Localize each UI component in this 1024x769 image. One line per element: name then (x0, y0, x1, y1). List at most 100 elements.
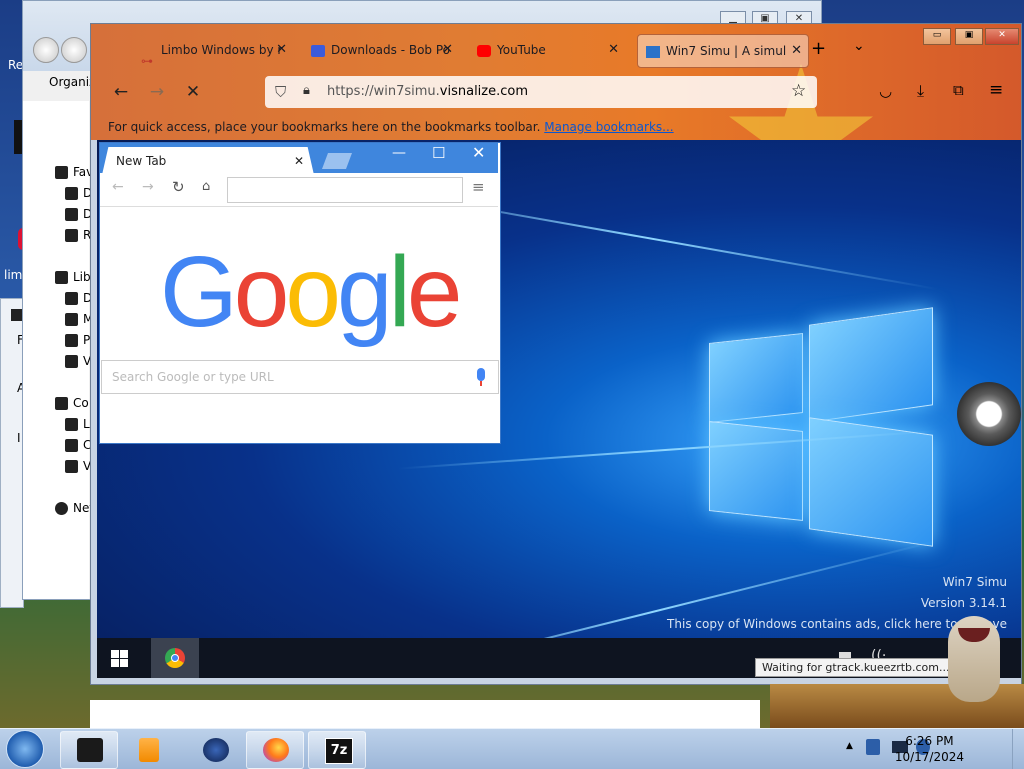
menu-icon[interactable]: ≡ (989, 80, 1003, 100)
firefox-toolbar-area: ⊶Limbo Windows by r ✕ Downloads - Bob Po… (91, 24, 1021, 140)
media-player-icon (139, 738, 159, 762)
taskbar-7zip[interactable]: 7z (308, 731, 366, 769)
tab-youtube[interactable]: YouTube ✕ (477, 34, 625, 66)
system-clock[interactable]: 6:26 PM 10/17/2024 (895, 733, 964, 765)
windows-logo-pane (709, 333, 803, 423)
close-tab-icon[interactable]: ✕ (294, 154, 304, 168)
music-icon (65, 313, 78, 326)
close-tab-icon[interactable]: ✕ (442, 34, 453, 66)
firefox-icon (263, 738, 289, 762)
taskbar-explorer[interactable] (60, 731, 118, 769)
tab-win7simu[interactable]: Win7 Simu | A simul ✕ (637, 34, 809, 68)
background-window-strip: F A I (0, 298, 25, 608)
drive-icon (65, 460, 78, 473)
bookmarks-message: For quick access, place your bookmarks h… (108, 120, 541, 134)
bookmarks-toolbar: For quick access, place your bookmarks h… (108, 120, 674, 134)
globe-icon (55, 502, 68, 515)
minimize-button[interactable]: ▭ (923, 28, 951, 45)
assistive-touch-button[interactable] (957, 382, 1021, 446)
url-text[interactable]: https://win7simu.visnalize.com (327, 84, 528, 99)
reload-icon[interactable]: ↻ (172, 178, 185, 196)
google-logo: Google (160, 236, 462, 348)
google-search-box[interactable]: Search Google or type URL (101, 360, 499, 394)
menu-icon[interactable]: ≡ (472, 178, 485, 196)
key-icon: ⊶ (141, 53, 153, 67)
manage-bookmarks-link[interactable]: Manage bookmarks... (544, 120, 673, 134)
loading-status: Waiting for gtrack.kueezrtb.com... (755, 658, 957, 677)
shield-icon[interactable]: ⛉ (275, 83, 286, 101)
maximize-button[interactable]: ☐ (432, 144, 445, 162)
star-icon (55, 166, 68, 179)
chrome-new-tab-button[interactable] (322, 153, 352, 169)
downloads-icon[interactable]: ⤓ (917, 81, 924, 101)
document-icon (65, 292, 78, 305)
seven-zip-icon: 7z (325, 738, 353, 764)
puzzle-icon (311, 44, 325, 57)
start-orb-icon[interactable] (6, 730, 44, 768)
close-button[interactable]: ✕ (985, 28, 1019, 45)
chrome-icon-center (171, 654, 179, 662)
tab-downloads[interactable]: Downloads - Bob Po ✕ (311, 34, 459, 66)
back-button[interactable] (33, 37, 59, 63)
drive-icon (77, 738, 103, 762)
youtube-icon (477, 44, 491, 57)
lock-icon[interactable]: 🔒︎ (303, 83, 310, 98)
tree-item[interactable]: L (65, 417, 90, 431)
forward-button[interactable]: → (146, 81, 168, 103)
chrome-omnibox[interactable] (227, 177, 463, 203)
video-icon (65, 355, 78, 368)
folder-icon (65, 187, 78, 200)
taskbar-app[interactable] (186, 731, 244, 769)
desktop-icon-label[interactable]: Re (8, 58, 23, 72)
label: I (17, 431, 21, 445)
navigation-tree: Fav D D R Libi D M P V Co L C V Net (23, 101, 94, 599)
drive-icon (65, 439, 78, 452)
firefox-window: ⊶Limbo Windows by r ✕ Downloads - Bob Po… (90, 23, 1022, 685)
taskbar-chrome-button[interactable] (151, 638, 199, 678)
bookmark-star-icon[interactable]: ☆ (791, 81, 806, 101)
close-button[interactable]: ✕ (472, 143, 485, 162)
pocket-icon[interactable]: ◡ (879, 82, 892, 100)
taskbar-media-player[interactable] (120, 731, 178, 769)
library-icon (55, 271, 68, 284)
microphone-icon[interactable] (477, 368, 485, 381)
hamster-mascot[interactable] (940, 606, 1006, 706)
forward-icon[interactable]: → (142, 179, 154, 195)
picture-icon (65, 334, 78, 347)
home-icon[interactable]: ⌂ (202, 179, 210, 194)
folder-icon (65, 208, 78, 221)
tree-computer[interactable]: Co (55, 396, 89, 410)
chrome-toolbar: ← → ↻ ⌂ ≡ (100, 173, 498, 207)
extensions-icon[interactable]: ⧉ (953, 81, 964, 99)
tab-limbo[interactable]: ⊶Limbo Windows by r ✕ (141, 34, 293, 66)
organize-menu[interactable]: Organiz (49, 75, 95, 89)
windows-taskbar: 7z ▲ 6:26 PM 10/17/2024 (0, 728, 1024, 769)
microphone-icon-stand (480, 381, 482, 386)
chrome-tab-newtab[interactable]: New Tab ✕ (102, 147, 314, 175)
close-tab-icon[interactable]: ✕ (791, 35, 802, 67)
close-tab-icon[interactable]: ✕ (276, 34, 287, 66)
network-icon[interactable] (866, 739, 880, 755)
back-button[interactable]: ← (110, 81, 132, 103)
back-icon[interactable]: ← (112, 179, 124, 195)
windows-logo-pane (709, 421, 803, 521)
show-hidden-icons[interactable]: ▲ (846, 741, 853, 751)
maximize-button[interactable]: ▣ (955, 28, 983, 45)
explorer-content-strip (90, 700, 760, 728)
close-tab-icon[interactable]: ✕ (608, 34, 619, 66)
new-tab-button[interactable]: + (811, 38, 826, 59)
globe-icon (203, 738, 229, 762)
windows-logo-pane (809, 307, 933, 423)
show-desktop-button[interactable] (1012, 729, 1024, 769)
folder-icon (65, 229, 78, 242)
stop-loading-button[interactable]: ✕ (182, 81, 204, 103)
windows-start-icon[interactable] (111, 650, 128, 667)
drive-icon (65, 418, 78, 431)
address-bar[interactable]: ⛉ 🔒︎ https://win7simu.visnalize.com ☆ (265, 76, 817, 108)
minimize-button[interactable]: — (392, 145, 406, 161)
chrome-window: New Tab ✕ — ☐ ✕ ← → ↻ ⌂ ≡ Google Search … (99, 142, 501, 444)
window-icon (646, 45, 660, 58)
taskbar-firefox[interactable] (246, 731, 304, 769)
forward-button[interactable] (61, 37, 87, 63)
list-all-tabs-button[interactable]: ⌄ (853, 38, 865, 54)
